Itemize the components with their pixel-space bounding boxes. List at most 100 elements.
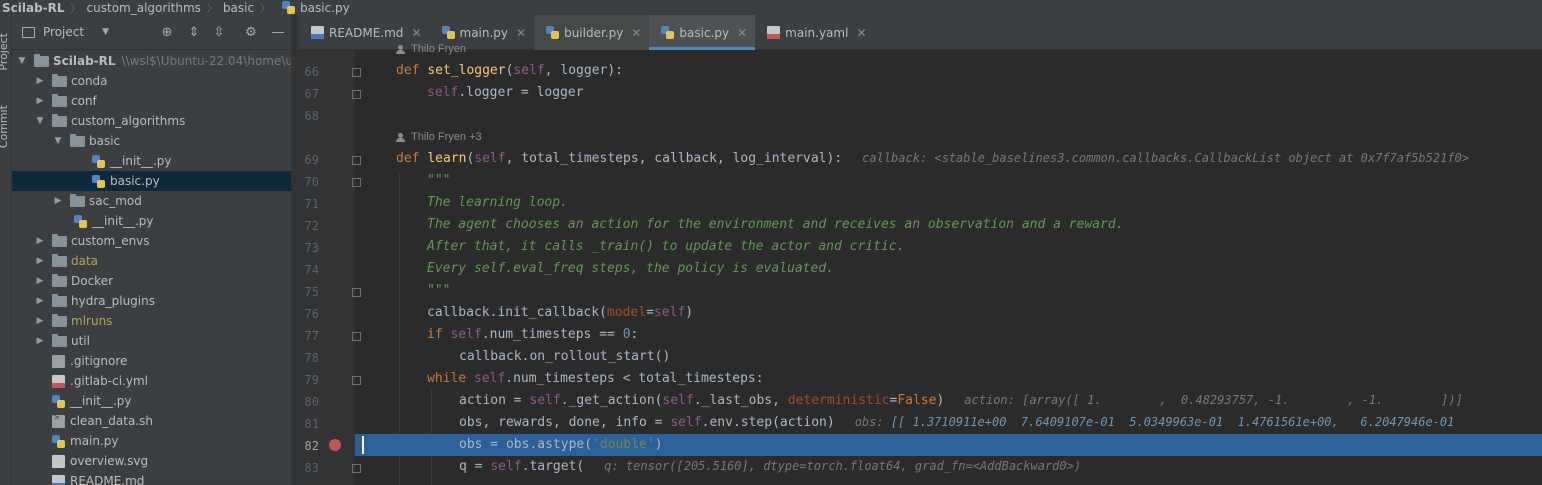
tree-item[interactable]: ▶ custom_envs xyxy=(12,231,291,251)
debug-inline-value[interactable]: q: tensor([205.5160], dtype=torch.float6… xyxy=(604,459,1081,473)
project-view-selector[interactable]: Project ▼ xyxy=(22,25,109,39)
chevron-right-icon[interactable]: ▶ xyxy=(34,256,46,266)
line-number: 77 xyxy=(304,329,319,343)
debug-inline-value[interactable]: callback: <stable_baselines3.common.call… xyxy=(862,151,1469,165)
close-icon[interactable]: ✕ xyxy=(737,26,747,40)
code-author[interactable]: Thilo Fryen +3 xyxy=(396,131,482,143)
tree-item[interactable]: ▶ hydra_plugins xyxy=(12,291,291,311)
tab-main-yaml[interactable]: main.yaml ✕ xyxy=(755,15,874,50)
chevron-right-icon[interactable]: ▶ xyxy=(34,96,46,106)
breakpoint-icon[interactable] xyxy=(329,439,341,451)
tree-item[interactable]: ▶ util xyxy=(12,331,291,351)
locate-file-icon[interactable]: ⊕ xyxy=(159,25,175,41)
close-icon[interactable]: ✕ xyxy=(631,26,641,40)
fold-marker[interactable] xyxy=(352,376,361,385)
panel-splitter[interactable] xyxy=(291,15,299,485)
code-token: self xyxy=(529,393,561,408)
code-line-76: callback.init_callback(model=self) xyxy=(427,305,693,320)
code-token: .num_timesteps == xyxy=(481,327,623,342)
tree-item[interactable]: overview.svg xyxy=(12,451,291,471)
fold-marker[interactable] xyxy=(352,68,361,77)
tree-item-root[interactable]: ▼ Scilab-RL \\wsl$\Ubuntu-22.04\home\user\… xyxy=(12,51,291,71)
chevron-right-icon[interactable]: ▶ xyxy=(34,336,46,346)
code-token: self xyxy=(670,415,702,430)
tree-item[interactable]: main.py xyxy=(12,431,291,451)
tab-basic-py[interactable]: basic.py ✕ xyxy=(649,15,756,50)
chevron-down-icon[interactable]: ▼ xyxy=(34,116,46,126)
folder-icon xyxy=(52,253,67,267)
fold-marker[interactable] xyxy=(352,178,361,187)
fold-marker[interactable] xyxy=(352,90,361,99)
project-tool-button[interactable]: Project xyxy=(0,33,10,71)
commit-tool-button[interactable]: Commit xyxy=(0,105,10,148)
tree-item[interactable]: ▶ Docker xyxy=(12,271,291,291)
project-panel: Project ▼ ⊕ ⇕ ⇳ ⚙ — ▼ Scilab-RL \\wsl$\Ubu… xyxy=(12,15,291,485)
python-file-icon xyxy=(52,434,65,448)
python-file-icon xyxy=(92,154,105,168)
author-name: Thilo Fryen xyxy=(411,43,467,55)
breadcrumb-item[interactable]: basic xyxy=(223,1,254,15)
line-number: 66 xyxy=(304,65,319,79)
gear-icon[interactable]: ⚙ xyxy=(243,25,259,41)
tab-builder-py[interactable]: builder.py ✕ xyxy=(534,15,650,50)
chevron-right-icon[interactable]: ▶ xyxy=(34,76,46,86)
chevron-right-icon[interactable]: ▶ xyxy=(34,296,46,306)
tree-item[interactable]: ▶ data xyxy=(12,251,291,271)
tree-item[interactable]: .gitlab-ci.yml xyxy=(12,371,291,391)
tree-item[interactable]: clean_data.sh xyxy=(12,411,291,431)
chevron-down-icon[interactable]: ▼ xyxy=(16,56,28,66)
debug-inline-value[interactable]: [[ 1.3710911e+00 7.6409107e-01 5.0349963… xyxy=(891,415,1455,429)
line-number: 71 xyxy=(304,197,319,211)
fold-marker[interactable] xyxy=(352,288,361,297)
tree-item-label: .gitignore xyxy=(70,354,128,368)
tree-item[interactable]: ▶ mlruns xyxy=(12,311,291,331)
line-number: 74 xyxy=(304,263,319,277)
tree-item[interactable]: README.md xyxy=(12,471,291,485)
fold-marker[interactable] xyxy=(352,464,361,473)
tree-item-label: data xyxy=(71,254,99,268)
debug-inline-label[interactable]: action: xyxy=(964,393,1022,407)
fold-marker[interactable] xyxy=(352,332,361,341)
code-token: ) xyxy=(936,393,945,408)
tree-item[interactable]: __init__.py xyxy=(12,151,291,171)
code-token: 0 xyxy=(622,327,631,342)
tree-item[interactable]: ▼ basic xyxy=(12,131,291,151)
fold-marker[interactable] xyxy=(352,156,361,165)
collapse-all-icon[interactable]: ⇳ xyxy=(211,25,227,41)
code-line-69: def learn(self, total_timesteps, callbac… xyxy=(396,151,1469,166)
tab-label: main.py xyxy=(459,25,509,40)
tree-item-path: \\wsl$\Ubuntu-22.04\home\user\S xyxy=(121,54,291,68)
tree-item[interactable]: ▶ conf xyxy=(12,91,291,111)
tree-item[interactable]: ▼ custom_algorithms xyxy=(12,111,291,131)
code-token: ._get_action( xyxy=(560,393,663,408)
close-icon[interactable]: ✕ xyxy=(516,26,526,40)
author-name: Thilo Fryen +3 xyxy=(411,131,482,143)
tree-item[interactable]: .gitignore xyxy=(12,351,291,371)
breadcrumb-item[interactable]: basic.py xyxy=(276,1,350,15)
breadcrumb-label: basic xyxy=(222,0,255,15)
tree-item[interactable]: ▶ conda xyxy=(12,71,291,91)
chevron-right-icon[interactable]: ▶ xyxy=(34,276,46,286)
close-icon[interactable]: ✕ xyxy=(411,26,421,40)
chevron-right-icon[interactable]: ▶ xyxy=(34,236,46,246)
code-author[interactable]: Thilo Fryen xyxy=(396,43,466,55)
breadcrumb-item[interactable]: Scilab-RL xyxy=(0,1,65,15)
tree-item[interactable]: __init__.py xyxy=(12,391,291,411)
expand-all-icon[interactable]: ⇕ xyxy=(186,25,202,41)
tree-item[interactable]: ▶ sac_mod xyxy=(12,191,291,211)
hide-panel-icon[interactable]: — xyxy=(270,25,286,41)
folder-icon xyxy=(52,113,67,127)
close-icon[interactable]: ✕ xyxy=(856,26,866,40)
debug-inline-label[interactable]: obs: xyxy=(855,415,891,429)
breadcrumb-item[interactable]: custom_algorithms xyxy=(87,1,201,15)
folder-icon xyxy=(52,273,67,287)
chevron-down-icon[interactable]: ▼ xyxy=(52,136,64,146)
code-token: callback.init_callback( xyxy=(427,305,608,320)
tree-item-label: __init__.py xyxy=(70,394,132,408)
tree-item-selected[interactable]: basic.py xyxy=(12,171,291,191)
code-line-80: action = self._get_action(self._last_obs… xyxy=(459,393,1463,408)
debug-inline-value[interactable]: [array([ 1. , 0.48293757, -1. , -1. ])] xyxy=(1022,393,1463,407)
tree-item[interactable]: __init__.py xyxy=(12,211,291,231)
chevron-right-icon[interactable]: ▶ xyxy=(52,196,64,206)
chevron-right-icon[interactable]: ▶ xyxy=(34,316,46,326)
